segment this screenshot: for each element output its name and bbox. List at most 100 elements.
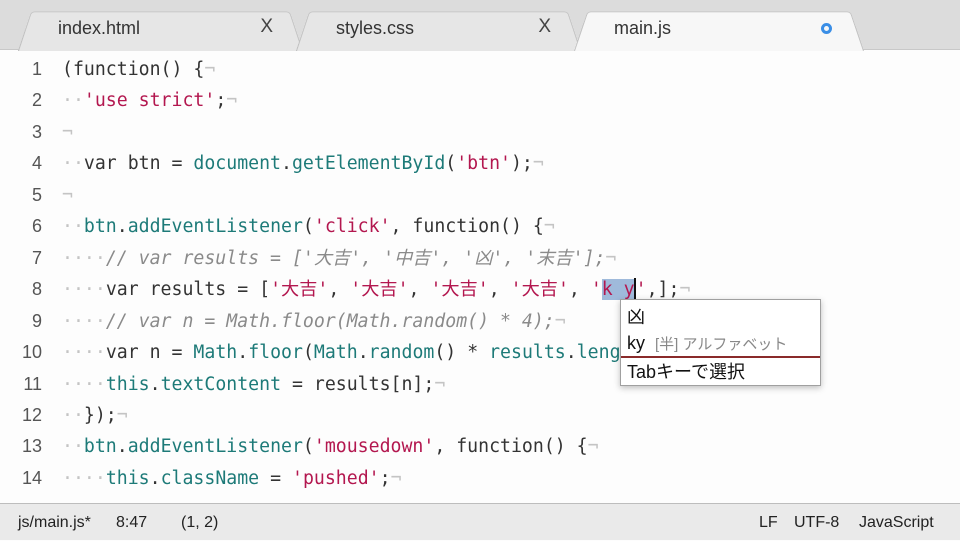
- code-line[interactable]: 12 ··});¬: [0, 400, 960, 431]
- line-number: 4: [31, 153, 42, 174]
- code-token: results: [489, 342, 566, 364]
- code-line[interactable]: 13 ··btn.addEventListener('mousedown', fu…: [0, 431, 960, 462]
- code-line[interactable]: 6 ··btn.addEventListener('click', functio…: [0, 211, 960, 242]
- code-line[interactable]: 14 ····this.className = 'pushed';¬: [0, 463, 960, 494]
- code-token: ····: [62, 310, 106, 332]
- tab-styles-css[interactable]: styles.css X: [296, 7, 581, 51]
- code-line[interactable]: 4 ··var btn = document.getElementById('bt…: [0, 148, 960, 179]
- code-token: ¬: [587, 436, 599, 458]
- status-line-ending[interactable]: LF: [759, 504, 778, 541]
- code-line[interactable]: 3 ¬: [0, 117, 960, 148]
- tab-bar: index.html X styles.css X main.js: [0, 0, 960, 51]
- modified-dot-icon[interactable]: [821, 23, 832, 34]
- code-token: ¬: [605, 247, 617, 269]
- code-text: ··});¬: [62, 400, 128, 431]
- code-token: (: [445, 153, 457, 175]
- code-token: this: [105, 373, 150, 395]
- code-token: ': [590, 279, 602, 301]
- code-token: .: [116, 436, 128, 458]
- status-cursor-position[interactable]: 8:47: [116, 504, 147, 541]
- candidate-note: [半] アルファベット: [655, 336, 788, 353]
- code-token: ': [635, 279, 647, 301]
- line-number: 13: [21, 436, 42, 457]
- code-token: ,: [408, 279, 431, 301]
- code-token: (: [302, 436, 314, 458]
- code-token: .: [237, 342, 249, 364]
- code-line[interactable]: 1 (function() {¬: [0, 54, 960, 85]
- candidate-text: 凶: [627, 307, 645, 327]
- code-token: .: [565, 342, 577, 364]
- code-token: ¬: [532, 153, 544, 175]
- code-token: ;: [215, 90, 227, 112]
- code-text: ····var results = ['大吉', '大吉', '大吉', '大吉…: [62, 274, 690, 305]
- code-token: , function() {: [434, 436, 588, 458]
- code-token: ··: [62, 90, 84, 112]
- code-token: 'use strict': [83, 90, 216, 112]
- code-token: 'btn': [456, 153, 511, 175]
- code-token: ····: [62, 342, 106, 364]
- code-token: , function() {: [390, 216, 544, 238]
- status-encoding[interactable]: UTF-8: [794, 504, 839, 541]
- code-text: ··btn.addEventListener('mousedown', func…: [62, 431, 599, 462]
- code-token: btn: [83, 436, 117, 458]
- code-token: ,];: [646, 279, 680, 301]
- line-number: 10: [21, 342, 42, 363]
- code-token: );: [510, 153, 533, 175]
- tab-label: index.html: [58, 18, 141, 38]
- code-token: .: [149, 373, 161, 395]
- code-line[interactable]: 7 ····// var results = ['大吉', '中吉', '凶', …: [0, 243, 960, 274]
- tab-index-html[interactable]: index.html X: [18, 7, 303, 51]
- code-token: ,: [328, 279, 351, 301]
- code-editor[interactable]: 1 (function() {¬ 2 ··'use strict';¬ 3 ¬ 4 ··var…: [0, 53, 960, 503]
- code-text: ¬: [62, 117, 73, 148]
- code-token: = results[n];: [281, 373, 435, 395]
- code-token: Math: [193, 342, 238, 364]
- code-token: // var results = ['大吉', '中吉', '凶', '末吉']…: [105, 247, 606, 269]
- code-text: ····this.className = 'pushed';¬: [62, 463, 402, 494]
- code-line[interactable]: 2 ··'use strict';¬: [0, 85, 960, 116]
- code-line[interactable]: 5 ¬: [0, 180, 960, 211]
- ime-hint: Tabキーで選択: [627, 362, 745, 382]
- line-number: 6: [31, 216, 42, 237]
- code-token: className: [160, 467, 260, 489]
- line-number: 14: [21, 467, 42, 488]
- code-token: ¬: [116, 404, 128, 426]
- ime-candidate-popup: 凶 ky [半] アルファベット Tabキーで選択: [620, 299, 821, 386]
- code-text: ··'use strict';¬: [62, 85, 237, 116]
- line-number: 12: [21, 404, 42, 425]
- code-token: ··: [62, 436, 84, 458]
- code-token: ¬: [434, 373, 446, 395]
- code-token: ¬: [543, 216, 555, 238]
- code-token: getElementById: [291, 153, 446, 175]
- code-token: ¬: [554, 310, 566, 332]
- ime-candidate[interactable]: ky [半] アルファベット: [627, 330, 787, 356]
- code-text: ··btn.addEventListener('click', function…: [62, 211, 555, 242]
- line-number: 5: [31, 184, 42, 205]
- code-token: textContent: [160, 373, 282, 395]
- code-token: var btn =: [83, 153, 194, 175]
- status-file-path[interactable]: js/main.js*: [18, 504, 91, 541]
- code-token: floor: [248, 342, 303, 364]
- code-token: '大吉': [350, 279, 409, 301]
- tab-main-js[interactable]: main.js: [574, 7, 864, 51]
- code-token: ··: [62, 404, 84, 426]
- status-grammar[interactable]: JavaScript: [859, 504, 934, 541]
- code-token: ¬: [204, 59, 216, 80]
- status-selection[interactable]: (1, 2): [181, 504, 218, 541]
- line-number: 11: [23, 373, 42, 394]
- close-icon[interactable]: X: [538, 16, 551, 38]
- code-token: this: [105, 467, 150, 489]
- code-token: ,: [488, 279, 511, 301]
- code-token: ;: [379, 467, 391, 489]
- code-token: addEventListener: [127, 436, 303, 458]
- close-icon[interactable]: X: [260, 16, 273, 38]
- code-token: ··: [62, 153, 84, 175]
- line-number: 3: [31, 121, 42, 142]
- code-token: ··: [62, 216, 84, 238]
- code-token: var results = [: [105, 279, 271, 301]
- code-token: btn: [83, 216, 117, 238]
- ime-candidate[interactable]: 凶: [627, 304, 645, 330]
- code-text: ¬: [62, 180, 73, 211]
- code-token: document: [193, 153, 282, 175]
- line-number: 7: [31, 247, 42, 268]
